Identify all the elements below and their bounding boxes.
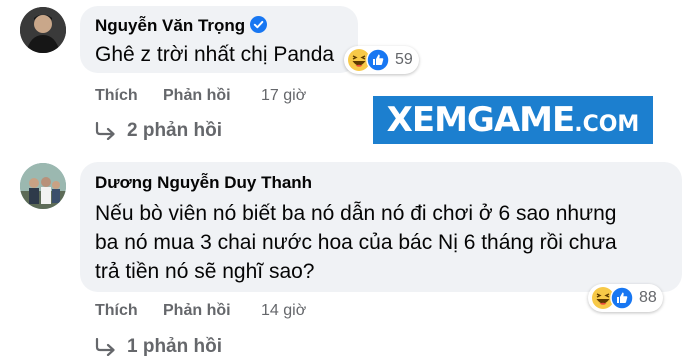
comment-timestamp[interactable]: 17 giờ (261, 87, 306, 105)
comment-author-2[interactable]: Dương Nguyễn Duy Thanh (95, 173, 312, 193)
comment-text-line: ba nó mua 3 chai nước hoa của bác Nị 6 t… (95, 231, 617, 254)
verified-badge-icon (250, 16, 268, 33)
reactions-badge-2[interactable]: 88 (588, 284, 663, 312)
comment-text-1: Ghê z trời nhất chị Panda (95, 43, 335, 66)
replies-label[interactable]: 2 phản hồi (127, 120, 222, 142)
author-name[interactable]: Dương Nguyễn Duy Thanh (95, 173, 312, 192)
reply-arrow-icon (95, 338, 115, 356)
reaction-count-2: 88 (639, 289, 657, 306)
reply-button[interactable]: Phản hồi (163, 302, 231, 320)
like-button[interactable]: Thích (95, 87, 138, 105)
comment-text-line: Nếu bò viên nó biết ba nó dẫn nó đi chơi… (95, 202, 617, 225)
comment-text-line: trả tiền nó sẽ nghĩ sao? (95, 260, 315, 283)
comment-text-2: Nếu bò viên nó biết ba nó dẫn nó đi chơi… (95, 199, 617, 286)
view-replies-2[interactable]: 1 phản hồi (95, 336, 222, 358)
avatar-comment-1[interactable] (20, 7, 66, 53)
view-replies-1[interactable]: 2 phản hồi (95, 120, 222, 142)
comment-actions-1: Thích Phản hồi 17 giờ (95, 87, 355, 107)
like-button[interactable]: Thích (95, 302, 138, 320)
like-reaction-icon (610, 286, 634, 310)
author-name[interactable]: Nguyễn Văn Trọng (95, 16, 245, 35)
reactions-badge-1[interactable]: 59 (344, 46, 419, 74)
comment-author-1[interactable]: Nguyễn Văn Trọng (95, 16, 268, 36)
like-reaction-icon (366, 48, 390, 72)
reply-button[interactable]: Phản hồi (163, 87, 231, 105)
reaction-count-1: 59 (395, 51, 413, 68)
comment-actions-2: Thích Phản hồi 14 giờ (95, 302, 355, 322)
comment-timestamp[interactable]: 14 giờ (261, 302, 306, 320)
watermark-main: XEMGAME (386, 100, 576, 140)
reply-arrow-icon (95, 122, 115, 140)
avatar-comment-2[interactable] (20, 163, 66, 209)
xemgame-watermark-logo: XEMGAME .COM (373, 96, 653, 144)
replies-label[interactable]: 1 phản hồi (127, 336, 222, 358)
watermark-suffix: .COM (574, 111, 640, 137)
